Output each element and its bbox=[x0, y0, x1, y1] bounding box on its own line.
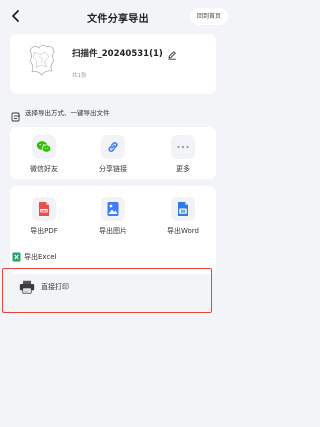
printer-icon bbox=[19, 280, 35, 294]
export-excel-button[interactable]: 导出Excel bbox=[12, 252, 57, 262]
share-link-label: 分享链接 bbox=[99, 165, 127, 173]
export-pdf-button[interactable]: PDF 导出PDF bbox=[14, 197, 74, 236]
share-wechat-button[interactable]: 微信好友 bbox=[14, 135, 74, 174]
export-excel-label: 导出Excel bbox=[24, 253, 57, 261]
more-dots-icon bbox=[171, 135, 195, 159]
pencil-icon[interactable] bbox=[167, 45, 177, 60]
share-more-button[interactable]: 更多 bbox=[153, 135, 213, 174]
export-word-button[interactable]: W 导出Word bbox=[153, 197, 213, 236]
wechat-icon bbox=[32, 135, 56, 159]
export-image-button[interactable]: 导出图片 bbox=[83, 197, 143, 236]
document-export-icon bbox=[11, 107, 21, 122]
back-home-button[interactable]: 回到首页 bbox=[189, 8, 228, 25]
export-image-label: 导出图片 bbox=[99, 227, 127, 235]
direct-print-label: 直接打印 bbox=[41, 283, 69, 291]
share-link-button[interactable]: 分享链接 bbox=[83, 135, 143, 174]
export-pdf-label: 导出PDF bbox=[30, 227, 58, 235]
header-bar: 文件分享导出 回到首页 bbox=[0, 0, 236, 32]
file-thumbnail[interactable] bbox=[27, 40, 57, 78]
file-card: 扫描件_20240531(1) 共1张 bbox=[10, 34, 216, 94]
share-card: 微信好友 分享链接 更多 bbox=[10, 127, 216, 179]
image-icon bbox=[101, 197, 125, 221]
direct-print-button[interactable]: 直接打印 bbox=[19, 280, 69, 294]
svg-text:PDF: PDF bbox=[41, 209, 48, 213]
page-count: 共1张 bbox=[72, 73, 87, 79]
export-word-label: 导出Word bbox=[167, 227, 199, 235]
word-icon: W bbox=[171, 197, 195, 221]
share-more-label: 更多 bbox=[176, 165, 190, 173]
link-icon bbox=[101, 135, 125, 159]
share-wechat-label: 微信好友 bbox=[30, 165, 58, 173]
pdf-icon: PDF bbox=[32, 197, 56, 221]
excel-icon bbox=[12, 252, 21, 262]
svg-text:W: W bbox=[181, 209, 186, 215]
file-name: 扫描件_20240531(1) bbox=[72, 49, 163, 59]
export-hint: 选择导出方式、一键导出文件 bbox=[11, 106, 110, 122]
export-hint-text: 选择导出方式、一键导出文件 bbox=[25, 109, 110, 117]
